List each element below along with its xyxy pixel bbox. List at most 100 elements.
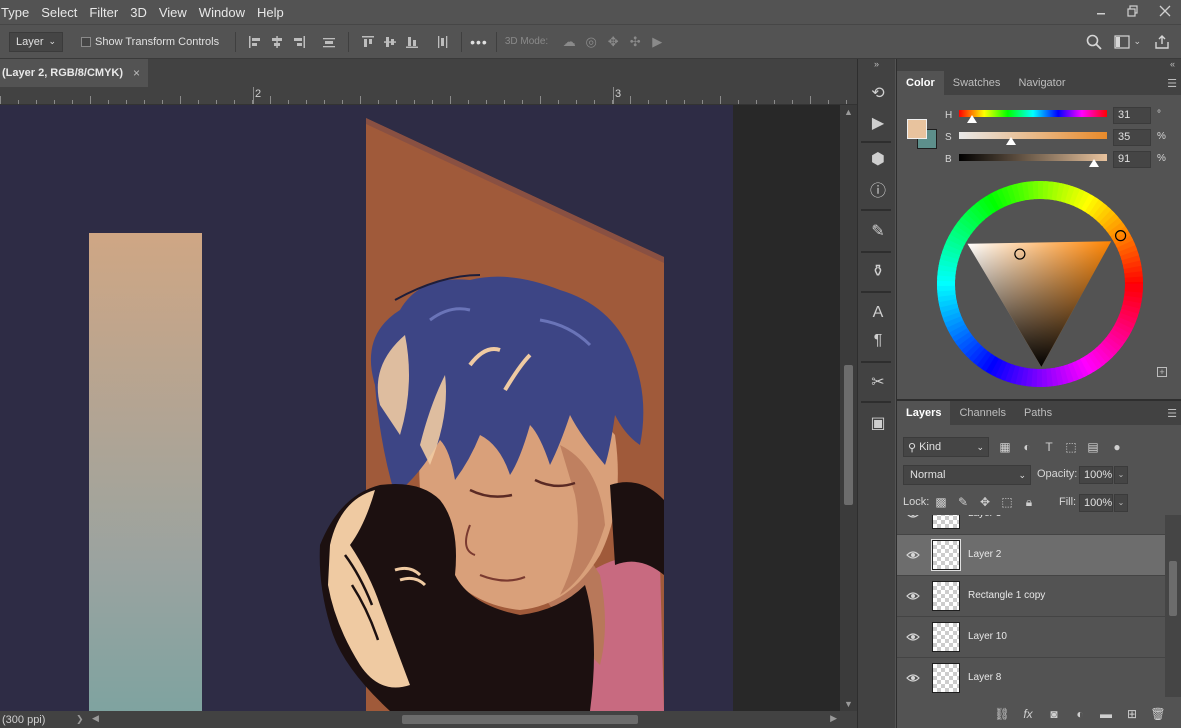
share-icon[interactable] (1151, 31, 1173, 53)
saturation-brightness-triangle[interactable] (967, 241, 1112, 367)
document-tab[interactable]: (Layer 2, RGB/8/CMYK) × (0, 59, 148, 87)
chevron-down-icon[interactable]: ⌄ (1114, 466, 1128, 484)
menu-type[interactable]: Type (0, 5, 35, 20)
lock-artboard-icon[interactable]: ⬚ (999, 494, 1015, 510)
saturation-slider-track[interactable] (959, 132, 1107, 139)
minimize-icon[interactable] (1085, 0, 1117, 22)
chevron-down-icon[interactable]: ⌄ (1133, 36, 1141, 47)
trash-icon[interactable]: 🗑︎ (1145, 707, 1171, 721)
layer-row[interactable]: Layer 2 (897, 535, 1165, 576)
roll-3d-icon[interactable]: ◎ (580, 31, 602, 53)
scroll-right-icon[interactable]: ▶ (830, 713, 837, 724)
more-options-button[interactable]: ••• (470, 34, 488, 50)
menu-view[interactable]: View (153, 5, 193, 20)
fill-field[interactable]: 100% (1079, 494, 1113, 512)
status-menu-icon[interactable]: ❯ (76, 714, 84, 725)
hue-slider-track[interactable] (959, 110, 1107, 117)
paragraph-icon[interactable]: ¶ (866, 329, 890, 353)
history-icon[interactable]: ⟲ (866, 81, 890, 105)
align-top-icon[interactable] (357, 31, 379, 53)
close-tab-icon[interactable]: × (133, 66, 140, 80)
video-camera-icon[interactable]: ▶ (646, 31, 668, 53)
tool-presets-icon[interactable]: ✂ (866, 370, 890, 394)
layer-row[interactable]: Layer 3 (897, 515, 1165, 535)
color-wheel[interactable] (935, 179, 1145, 389)
lock-transparent-icon[interactable]: ▩ (933, 494, 949, 510)
orbit-3d-icon[interactable]: ☁ (558, 31, 580, 53)
saturation-slider-thumb[interactable] (1005, 137, 1016, 145)
adjustment-filter-icon[interactable]: ◐ (1019, 439, 1035, 455)
align-right-icon[interactable] (288, 31, 310, 53)
canvas-area[interactable] (0, 105, 840, 711)
eye-icon[interactable] (905, 515, 921, 521)
tab-paths[interactable]: Paths (1015, 401, 1061, 425)
smart-object-filter-icon[interactable]: ▤ (1085, 439, 1101, 455)
tab-navigator[interactable]: Navigator (1009, 71, 1074, 95)
tab-layers[interactable]: Layers (897, 401, 951, 425)
eye-icon[interactable] (905, 589, 921, 603)
layer-effects-icon[interactable]: fx (1015, 707, 1041, 721)
scroll-down-icon[interactable]: ▼ (844, 699, 853, 709)
lock-pixels-icon[interactable]: ✎ (955, 494, 971, 510)
slide-3d-icon[interactable]: ✣ (624, 31, 646, 53)
align-middle-v-icon[interactable] (379, 31, 401, 53)
panel-menu-icon[interactable]: ☰ (1167, 77, 1177, 90)
menu-filter[interactable]: Filter (83, 5, 124, 20)
foreground-color-swatch[interactable] (907, 119, 927, 139)
filter-toggle-icon[interactable]: ● (1109, 439, 1125, 455)
collapse-icon[interactable]: « (897, 59, 1181, 71)
align-left-icon[interactable] (244, 31, 266, 53)
layer-row[interactable]: Layer 10 (897, 617, 1165, 658)
tab-channels[interactable]: Channels (950, 401, 1014, 425)
add-mask-icon[interactable]: ◙ (1041, 707, 1067, 721)
saturation-value-field[interactable]: 35 (1113, 129, 1151, 146)
chevron-down-icon[interactable]: ⌄ (1114, 494, 1128, 512)
tab-swatches[interactable]: Swatches (944, 71, 1010, 95)
shape-filter-icon[interactable]: ⬚ (1063, 439, 1079, 455)
scroll-thumb[interactable] (1169, 561, 1177, 616)
menu-window[interactable]: Window (193, 5, 251, 20)
eye-icon[interactable] (905, 671, 921, 685)
panel-menu-icon[interactable]: ☰ (1167, 407, 1177, 420)
pixel-filter-icon[interactable]: ▦ (997, 439, 1013, 455)
link-layers-icon[interactable]: ⛓ (989, 707, 1015, 721)
new-layer-icon[interactable]: ⊞ (1119, 707, 1145, 721)
vertical-scrollbar[interactable]: ▲ ▼ (840, 105, 857, 711)
filter-kind-dropdown[interactable]: ⚲ Kind ⌄ (903, 437, 989, 457)
search-icon[interactable] (1083, 31, 1105, 53)
brightness-value-field[interactable]: 91 (1113, 151, 1151, 168)
new-group-icon[interactable]: ▬ (1093, 707, 1119, 721)
distribute-icon[interactable] (318, 31, 340, 53)
eye-icon[interactable] (905, 630, 921, 644)
scroll-left-icon[interactable]: ◀ (92, 713, 99, 724)
lock-all-icon[interactable]: 🔒︎ (1021, 494, 1037, 510)
distribute-v-icon[interactable] (431, 31, 453, 53)
scroll-thumb[interactable] (402, 715, 638, 724)
opacity-field[interactable]: 100% (1079, 466, 1113, 484)
3d-cube-icon[interactable]: ⬢ (866, 147, 890, 171)
type-filter-icon[interactable]: T (1041, 439, 1057, 455)
workspace-icon[interactable] (1111, 31, 1133, 53)
scroll-thumb[interactable] (844, 365, 853, 505)
align-bottom-icon[interactable] (401, 31, 423, 53)
hue-ring-segment[interactable] (1124, 283, 1143, 293)
hue-slider-thumb[interactable] (966, 115, 977, 123)
hue-value-field[interactable]: 31 (1113, 107, 1151, 124)
character-icon[interactable]: A (866, 301, 890, 325)
restore-icon[interactable] (1117, 0, 1149, 22)
blend-mode-dropdown[interactable]: Normal ⌄ (903, 465, 1031, 485)
show-transform-controls[interactable]: Show Transform Controls (81, 36, 219, 48)
menu-select[interactable]: Select (35, 5, 83, 20)
brightness-slider-track[interactable] (959, 154, 1107, 161)
menu-3d[interactable]: 3D (124, 5, 153, 20)
menu-help[interactable]: Help (251, 5, 290, 20)
brightness-slider-thumb[interactable] (1088, 159, 1099, 167)
info-icon[interactable]: ⓘ (866, 177, 890, 201)
tab-color[interactable]: Color (897, 71, 944, 95)
checkbox-icon[interactable] (81, 36, 91, 47)
collapse-icon[interactable]: » (858, 59, 895, 71)
auto-select-dropdown[interactable]: Layer ⌄ (9, 31, 63, 52)
layer-row[interactable]: Layer 8 (897, 658, 1165, 697)
eye-icon[interactable] (905, 548, 921, 562)
lock-position-icon[interactable]: ✥ (977, 494, 993, 510)
